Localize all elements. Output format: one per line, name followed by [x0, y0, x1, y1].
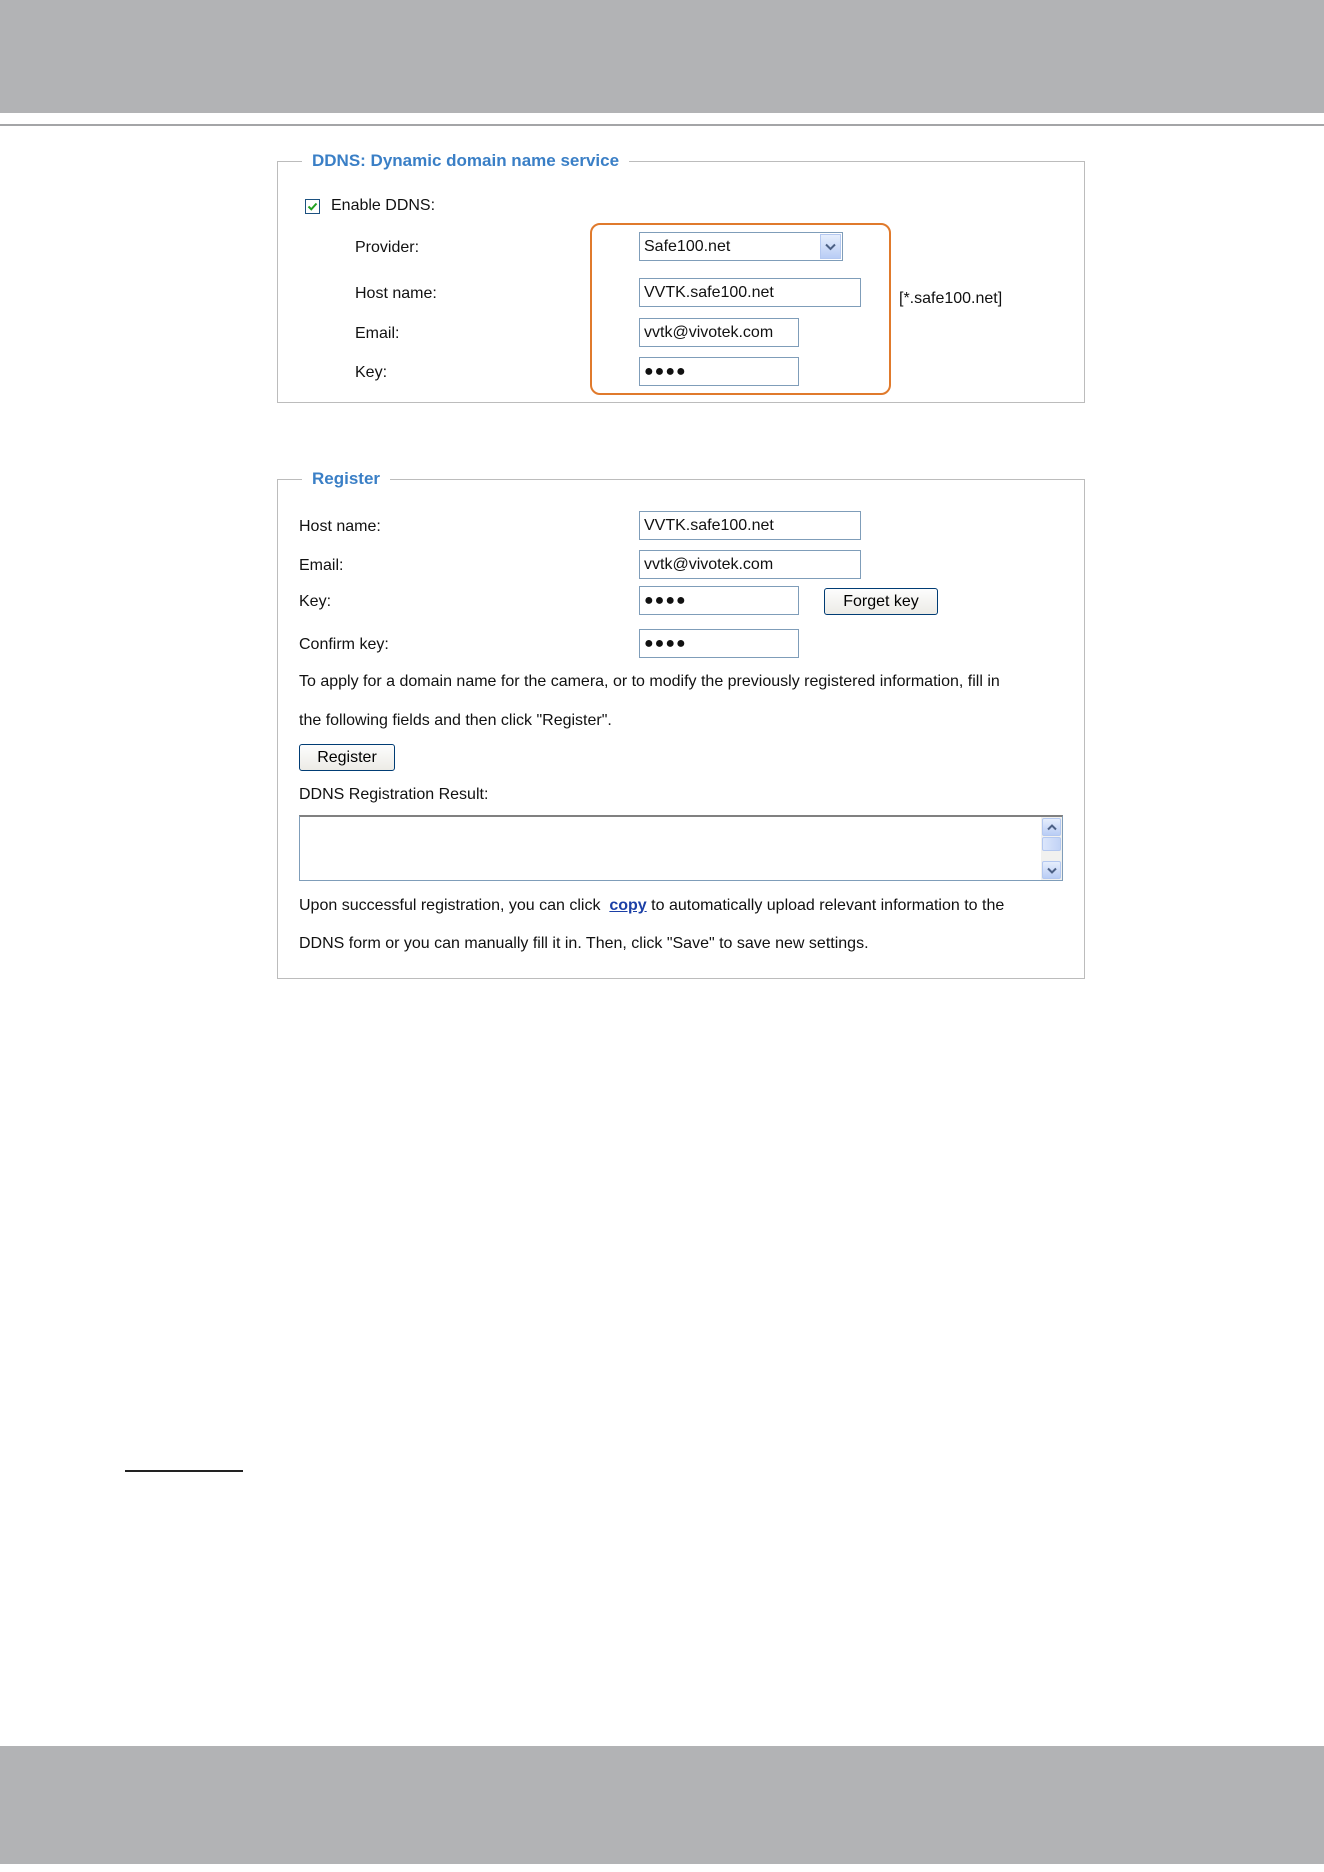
checkmark-icon — [307, 202, 318, 211]
register-key-label: Key: — [299, 593, 332, 610]
footnote-rule — [125, 1470, 243, 1472]
ddns-legend: DDNS: Dynamic domain name service — [302, 150, 630, 172]
enable-ddns-checkbox[interactable] — [305, 199, 320, 214]
copy-link[interactable]: copy — [609, 897, 646, 914]
hostname-suffix: [*.safe100.net] — [899, 290, 1003, 307]
header-rule — [0, 124, 1324, 126]
forget-key-button[interactable]: Forget key — [824, 588, 938, 615]
register-hostname-label: Host name: — [299, 518, 381, 535]
register-key-input[interactable]: ●●●● — [639, 586, 799, 615]
instructions-line-1: To apply for a domain name for the camer… — [299, 673, 1000, 690]
note-line-1: Upon successful registration, you can cl… — [299, 896, 1004, 916]
register-email-input[interactable]: vvtk@vivotek.com — [639, 550, 861, 579]
key-label: Key: — [355, 364, 388, 381]
note-line-2: DDNS form or you can manually fill it in… — [299, 935, 869, 952]
key-input[interactable]: ●●●● — [639, 357, 799, 386]
page-header-band — [0, 0, 1324, 113]
result-textarea[interactable] — [299, 815, 1063, 881]
scroll-up-icon[interactable] — [1042, 818, 1061, 836]
provider-select-value: Safe100.net — [644, 238, 731, 255]
scroll-down-icon[interactable] — [1042, 861, 1061, 879]
register-email-label: Email: — [299, 557, 344, 574]
provider-select[interactable]: Safe100.net — [639, 232, 843, 261]
note-line-1-before: Upon successful registration, you can cl… — [299, 897, 601, 914]
scroll-thumb[interactable] — [1042, 837, 1061, 851]
instructions-line-2: the following fields and then click "Reg… — [299, 712, 612, 729]
result-label: DDNS Registration Result: — [299, 786, 489, 803]
register-legend: Register — [302, 468, 391, 490]
confirm-key-label: Confirm key: — [299, 636, 389, 653]
confirm-key-input[interactable]: ●●●● — [639, 629, 799, 658]
hostname-input[interactable]: VVTK.safe100.net — [639, 278, 861, 307]
result-scrollbar[interactable] — [1041, 817, 1062, 880]
email-label: Email: — [355, 325, 400, 342]
chevron-down-icon[interactable] — [820, 234, 841, 259]
note-line-1-after: to automatically upload relevant informa… — [651, 897, 1005, 914]
hostname-label: Host name: — [355, 285, 437, 302]
enable-ddns-label: Enable DDNS: — [331, 197, 436, 214]
page-footer-band — [0, 1746, 1324, 1864]
register-hostname-input[interactable]: VVTK.safe100.net — [639, 511, 861, 540]
email-input[interactable]: vvtk@vivotek.com — [639, 318, 799, 347]
provider-label: Provider: — [355, 239, 420, 256]
register-button[interactable]: Register — [299, 744, 395, 771]
